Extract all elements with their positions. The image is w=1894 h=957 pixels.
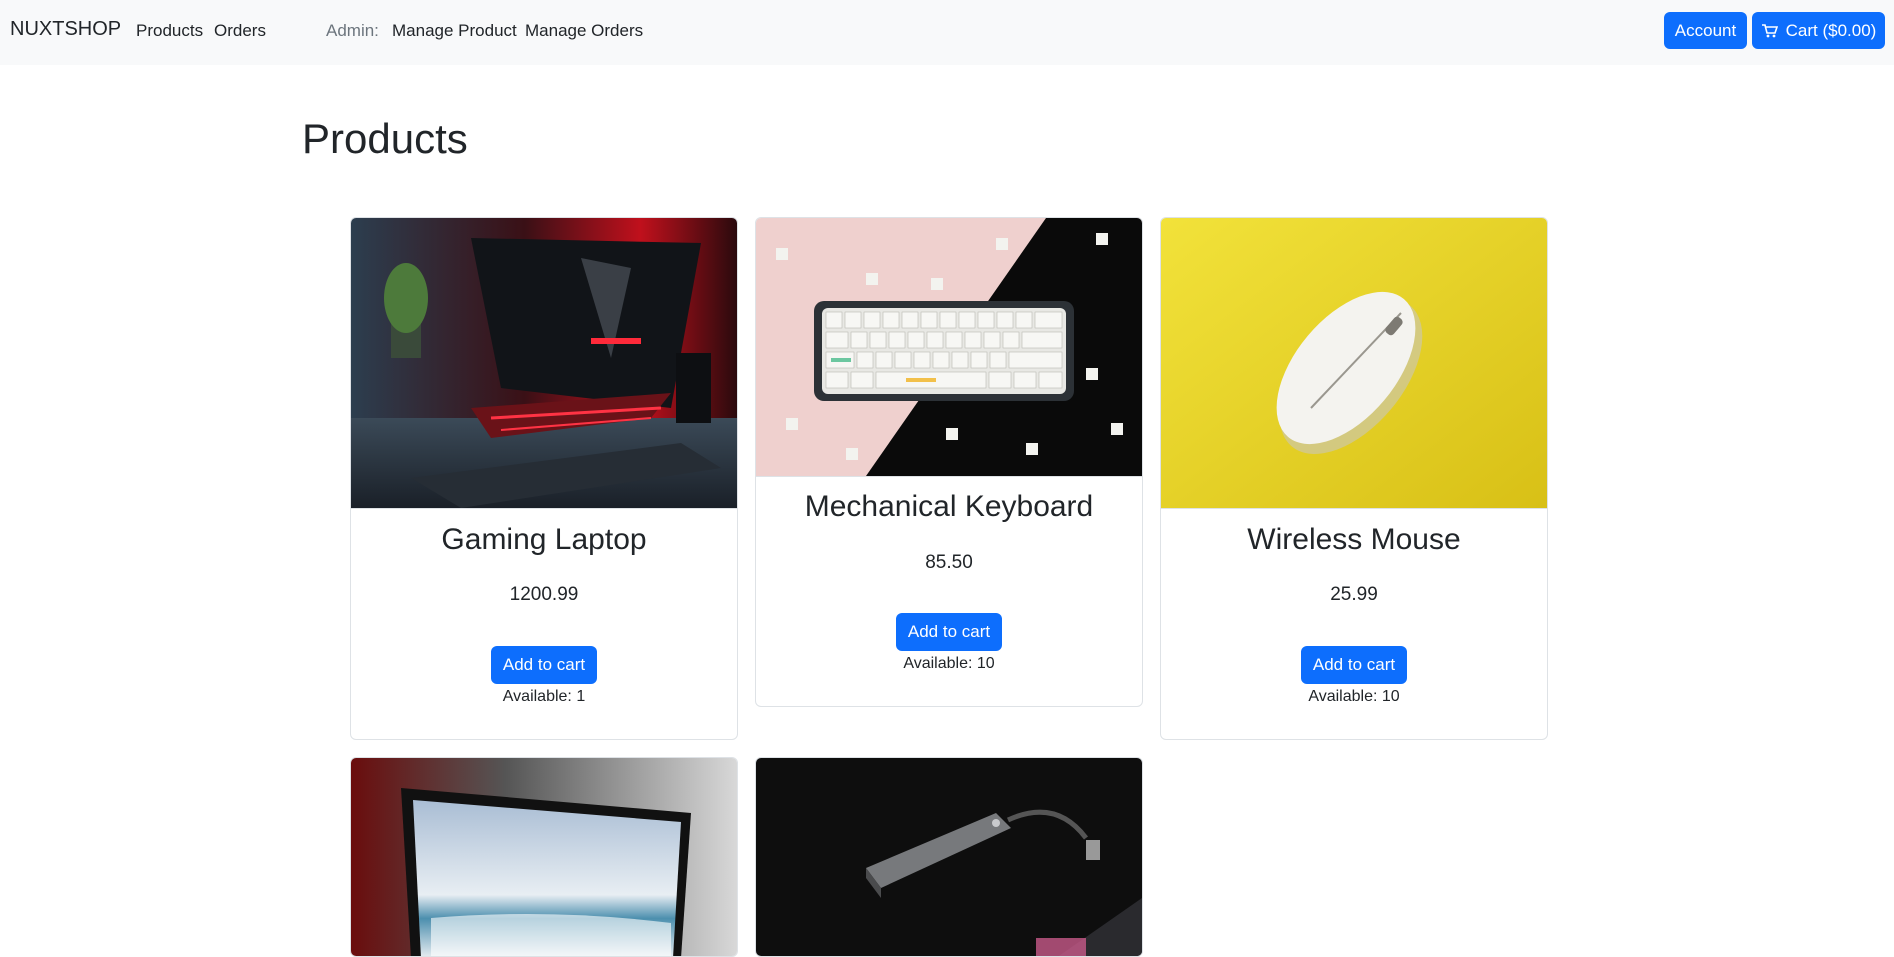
add-to-cart-label: Add to cart [907, 622, 991, 641]
page-title: Products [302, 115, 468, 162]
add-to-cart-button[interactable]: Add to cart [1301, 646, 1407, 684]
nav-link-products[interactable]: Products [136, 21, 203, 41]
product-image [351, 218, 737, 509]
product-availability: Available: 10 [903, 655, 995, 672]
product-price: 85.50 [925, 552, 973, 573]
product-card [350, 757, 738, 957]
product-availability: Available: 1 [502, 688, 586, 705]
admin-label: Admin: [326, 21, 379, 40]
nav-link-manage-orders[interactable]: Manage Orders [525, 21, 643, 41]
add-to-cart-button[interactable]: Add to cart [491, 646, 597, 684]
cart-button-label: Cart ($0.00) [1785, 20, 1877, 40]
add-to-cart-button[interactable]: Add to cart [896, 613, 1002, 651]
top-navbar: NUXTSHOP Products Orders Admin: Manage P… [0, 0, 1894, 65]
product-name: Mechanical Keyboard [804, 490, 1094, 523]
product-image [756, 758, 1142, 956]
shopping-cart-icon [1761, 23, 1778, 38]
account-button[interactable]: Account [1664, 12, 1747, 49]
product-availability: Available: 10 [1308, 688, 1400, 705]
product-image [1161, 218, 1547, 509]
product-card: Wireless Mouse 25.99 Add to cart Availab… [1160, 217, 1548, 740]
nav-link-orders[interactable]: Orders [214, 21, 266, 41]
nav-link-manage-product[interactable]: Manage Product [392, 21, 517, 41]
product-card: Gaming Laptop 1200.99 Add to cart Availa… [350, 217, 738, 740]
product-name: Gaming Laptop [441, 523, 647, 556]
account-button-label: Account [1674, 20, 1737, 40]
product-card: Mechanical Keyboard 85.50 Add to cart Av… [755, 217, 1143, 707]
product-name: Wireless Mouse [1247, 523, 1461, 556]
product-price: 25.99 [1330, 584, 1378, 605]
product-card [755, 757, 1143, 957]
product-image [756, 218, 1142, 477]
product-price: 1200.99 [509, 584, 579, 605]
product-image [351, 758, 737, 956]
brand-logo[interactable]: NUXTSHOP [10, 18, 121, 41]
add-to-cart-label: Add to cart [1312, 655, 1396, 674]
cart-button[interactable]: Cart ($0.00) [1752, 12, 1885, 49]
add-to-cart-label: Add to cart [502, 655, 586, 674]
